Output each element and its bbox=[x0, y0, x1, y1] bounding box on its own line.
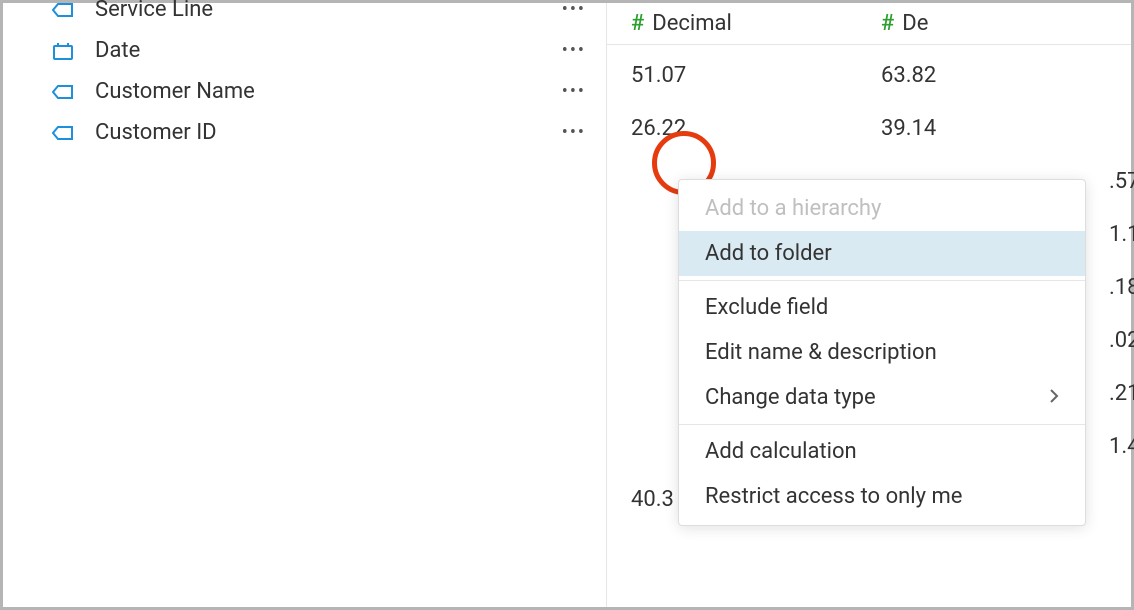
field-label: Customer Name bbox=[95, 79, 554, 104]
menu-item-restrict-access[interactable]: Restrict access to only me bbox=[679, 474, 1085, 519]
field-actions-button[interactable]: ••• bbox=[554, 81, 594, 102]
menu-item-label: Exclude field bbox=[705, 295, 828, 320]
menu-item-label: Restrict access to only me bbox=[705, 484, 962, 509]
table-header: # Decimal # De bbox=[607, 3, 1131, 45]
menu-item-label: Edit name & description bbox=[705, 340, 937, 365]
column-header-decimal-2[interactable]: # De bbox=[881, 11, 1131, 36]
menu-separator bbox=[679, 424, 1085, 425]
field-row-customer-id[interactable]: Customer ID ••• bbox=[15, 112, 594, 153]
data-cell[interactable]: 51.07 bbox=[631, 57, 881, 94]
field-actions-button[interactable]: ••• bbox=[554, 122, 594, 143]
field-label: Customer ID bbox=[95, 120, 554, 145]
menu-item-edit-name[interactable]: Edit name & description bbox=[679, 330, 1085, 375]
menu-item-label: Add to a hierarchy bbox=[705, 196, 881, 221]
field-row-customer-name[interactable]: Customer Name ••• bbox=[15, 71, 594, 112]
data-cell[interactable]: 39.14 bbox=[881, 110, 1131, 147]
field-actions-button[interactable]: ••• bbox=[554, 0, 594, 20]
menu-item-exclude-field[interactable]: Exclude field bbox=[679, 285, 1085, 330]
column-label: De bbox=[902, 11, 928, 36]
fields-sidebar: Service Line ••• Date ••• Customer Nam bbox=[3, 3, 607, 607]
field-row-date[interactable]: Date ••• bbox=[15, 30, 594, 71]
field-row-service-line[interactable]: Service Line ••• bbox=[15, 0, 594, 30]
tag-icon bbox=[51, 125, 75, 141]
menu-item-add-calculation[interactable]: Add calculation bbox=[679, 429, 1085, 474]
date-icon bbox=[51, 42, 75, 60]
menu-item-label: Change data type bbox=[705, 385, 876, 410]
tag-icon bbox=[51, 2, 75, 18]
number-icon: # bbox=[881, 11, 894, 36]
table-row: 26.22 39.14 bbox=[607, 102, 1131, 155]
menu-item-change-data-type[interactable]: Change data type bbox=[679, 375, 1085, 420]
column-header-decimal-1[interactable]: # Decimal bbox=[631, 11, 881, 36]
data-cell[interactable]: 63.82 bbox=[881, 57, 1131, 94]
menu-item-label: Add to folder bbox=[705, 241, 832, 266]
data-cell[interactable]: 26.22 bbox=[631, 110, 881, 147]
menu-separator bbox=[679, 280, 1085, 281]
tag-icon bbox=[51, 84, 75, 100]
menu-item-add-folder[interactable]: Add to folder bbox=[679, 231, 1085, 276]
context-menu: Add to a hierarchy Add to folder Exclude… bbox=[678, 179, 1086, 526]
chevron-right-icon bbox=[1049, 385, 1059, 410]
column-label: Decimal bbox=[652, 11, 732, 36]
field-actions-button[interactable]: ••• bbox=[554, 40, 594, 61]
table-row: 51.07 63.82 bbox=[607, 49, 1131, 102]
menu-item-label: Add calculation bbox=[705, 439, 857, 464]
menu-item-add-hierarchy: Add to a hierarchy bbox=[679, 186, 1085, 231]
field-label: Service Line bbox=[95, 0, 554, 22]
number-icon: # bbox=[631, 11, 644, 36]
field-label: Date bbox=[95, 38, 554, 63]
